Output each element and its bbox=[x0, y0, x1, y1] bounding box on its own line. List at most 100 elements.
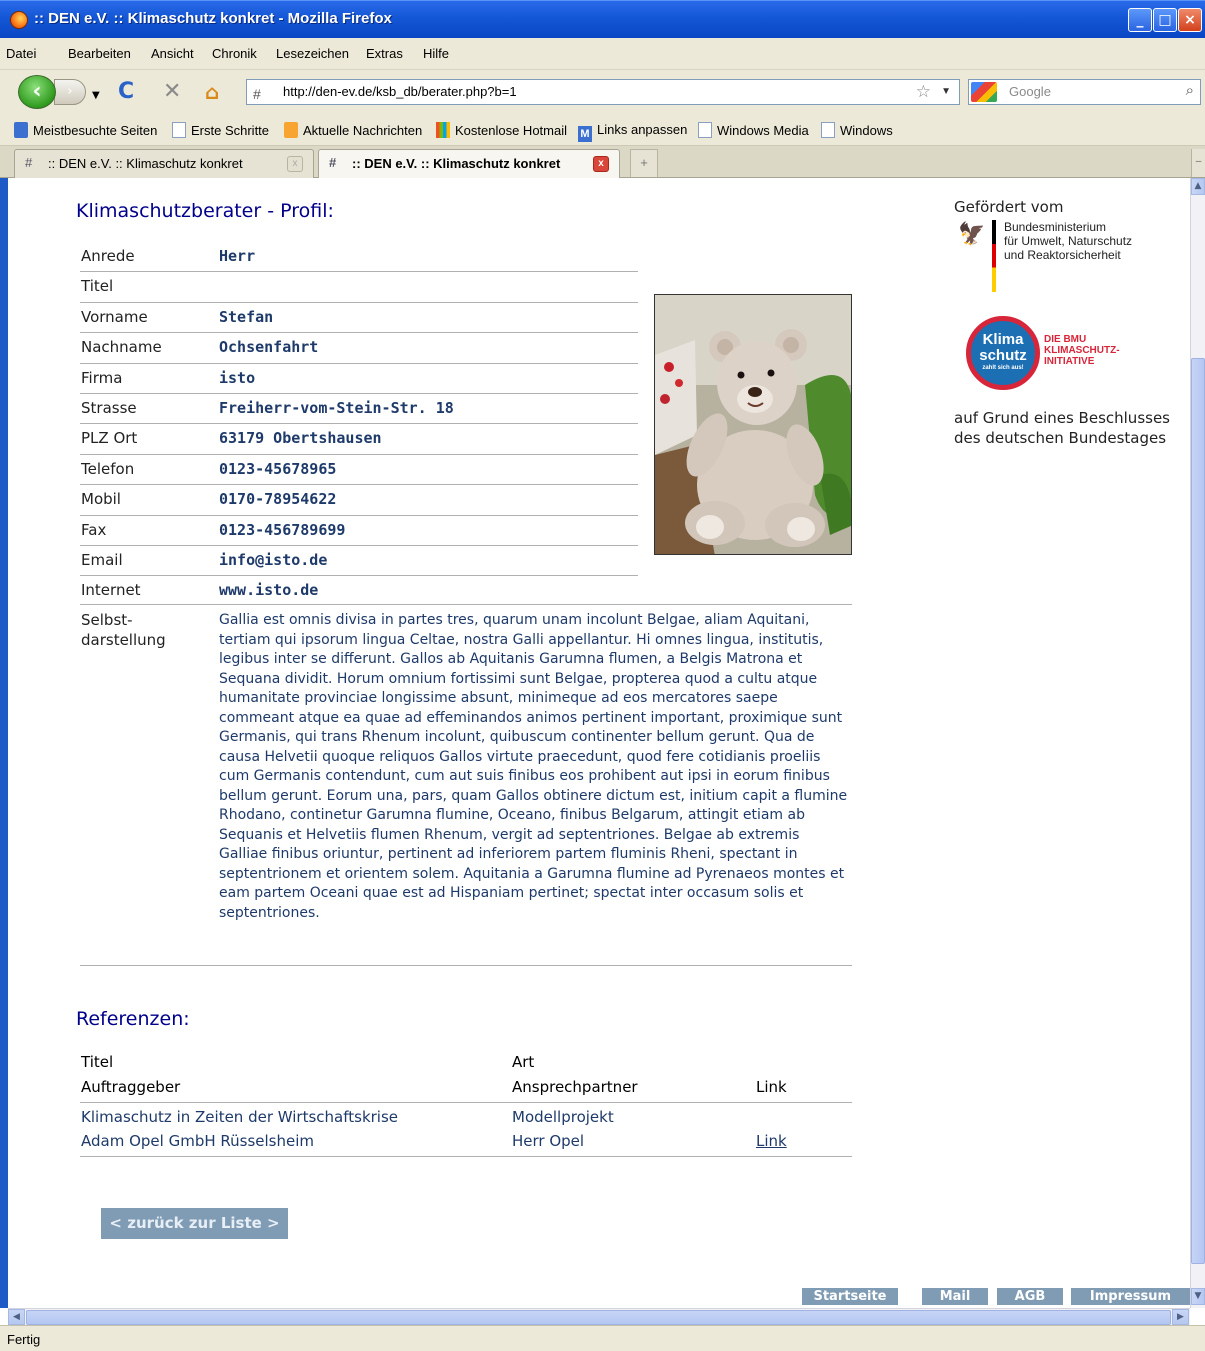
profile-row-titel: Titel bbox=[80, 272, 638, 303]
page-content: Klimaschutzberater - Profil: Anrede Herr … bbox=[8, 178, 1190, 1308]
msn-icon: M bbox=[578, 126, 592, 142]
menu-ansicht[interactable]: Ansicht bbox=[151, 46, 194, 61]
selbstdarstellung-row: Selbst-darstellung Gallia est omnis divi… bbox=[80, 604, 852, 966]
ref-entry-ansprechpartner: Herr Opel bbox=[512, 1132, 585, 1150]
profile-row-vorname: Vorname Stefan bbox=[80, 303, 638, 334]
bookmark-aktuelle-nachrichten[interactable]: Aktuelle Nachrichten bbox=[284, 122, 422, 138]
bookmark-meistbesuchte[interactable]: Meistbesuchte Seiten bbox=[14, 122, 157, 138]
google-engine-icon[interactable] bbox=[971, 82, 997, 102]
ref-col-titel: Titel bbox=[81, 1053, 114, 1071]
new-tab-button[interactable]: + bbox=[630, 149, 658, 177]
firefox-icon bbox=[10, 11, 28, 29]
scroll-right-icon[interactable]: ▶ bbox=[1172, 1309, 1189, 1325]
menu-datei[interactable]: Datei bbox=[6, 46, 36, 61]
bookmark-hotmail[interactable]: Kostenlose Hotmail bbox=[436, 122, 567, 138]
profile-row-mobil: Mobil 0170-78954622 bbox=[80, 485, 638, 516]
rss-icon bbox=[284, 122, 298, 138]
reload-icon[interactable]: C bbox=[118, 80, 134, 104]
footer-impressum[interactable]: Impressum bbox=[1071, 1288, 1190, 1305]
footer-startseite[interactable]: Startseite bbox=[802, 1288, 898, 1305]
klimaschutz-badge: Klima schutz zahlt sich aus! bbox=[966, 316, 1040, 390]
tab-title: :: DEN e.V. :: Klimaschutz konkret bbox=[352, 156, 561, 171]
close-tab-icon[interactable]: x bbox=[593, 156, 609, 172]
ref-divider bbox=[80, 1102, 852, 1103]
federal-eagle-icon: 🦅 bbox=[958, 222, 986, 247]
menu-lesezeichen[interactable]: Lesezeichen bbox=[276, 46, 349, 61]
bookmark-star-icon[interactable]: ☆ bbox=[916, 80, 931, 104]
scroll-down-icon[interactable]: ▼ bbox=[1191, 1288, 1205, 1305]
profile-row-fax: Fax 0123-456789699 bbox=[80, 516, 638, 546]
profile-row-plz-ort: PLZ Ort 63179 Obertshausen bbox=[80, 424, 638, 455]
sponsor-sidebar: Gefördert vom 🦅 Bundesministerium für Um… bbox=[954, 198, 1190, 448]
menu-bar: Datei Bearbeiten Ansicht Chronik Lesezei… bbox=[0, 38, 1205, 70]
references-table: Titel Art Auftraggeber Ansprechpartner L… bbox=[80, 1053, 852, 1158]
back-button[interactable]: ‹ bbox=[18, 75, 56, 109]
ref-entry-link[interactable]: Link bbox=[756, 1132, 787, 1150]
close-tab-icon[interactable]: x bbox=[287, 156, 303, 172]
bmu-logo: 🦅 Bundesministerium für Umwelt, Natursch… bbox=[954, 220, 1190, 302]
bookmark-erste-schritte[interactable]: Erste Schritte bbox=[172, 122, 269, 138]
stop-icon[interactable]: ✕ bbox=[163, 80, 181, 104]
address-url: http://den-ev.de/ksb_db/berater.php?b=1 bbox=[283, 84, 517, 99]
menu-chronik[interactable]: Chronik bbox=[212, 46, 257, 61]
selbstdarstellung-label-line1: Selbst- bbox=[81, 611, 133, 629]
klimaschutz-initiative-logo: Klima schutz zahlt sich aus! DIE BMU KLI… bbox=[954, 312, 1190, 392]
navigation-toolbar: › ‹ ▼ C ✕ ⌂ # http://den-ev.de/ksb_db/be… bbox=[0, 70, 1205, 114]
address-bar[interactable]: # http://den-ev.de/ksb_db/berater.php?b=… bbox=[246, 79, 960, 105]
minimize-button[interactable]: _ bbox=[1128, 8, 1152, 32]
bookmark-links-anpassen[interactable]: M Links anpassen bbox=[578, 122, 687, 142]
bookmark-windows-media[interactable]: Windows Media bbox=[698, 122, 809, 138]
forward-button[interactable]: › bbox=[54, 79, 86, 105]
home-icon[interactable]: ⌂ bbox=[205, 80, 219, 104]
search-icon[interactable]: ⌕ bbox=[1186, 79, 1194, 103]
ref-divider bbox=[80, 1156, 852, 1157]
ref-col-link: Link bbox=[756, 1078, 787, 1096]
tab-inactive[interactable]: # :: DEN e.V. :: Klimaschutz konkret x bbox=[14, 149, 314, 178]
bookmark-windows[interactable]: Windows bbox=[821, 122, 893, 138]
references-heading: Referenzen: bbox=[76, 1008, 190, 1030]
tab-title: :: DEN e.V. :: Klimaschutz konkret bbox=[48, 156, 243, 171]
menu-extras[interactable]: Extras bbox=[366, 46, 403, 61]
address-dropdown-icon[interactable]: ▼ bbox=[941, 80, 951, 104]
tab-favicon-icon: # bbox=[329, 155, 337, 170]
tab-favicon-icon: # bbox=[25, 155, 33, 170]
ministry-name: Bundesministerium für Umwelt, Naturschut… bbox=[1004, 220, 1133, 262]
scroll-left-icon[interactable]: ◀ bbox=[8, 1309, 25, 1325]
selbstdarstellung-text: Gallia est omnis divisa in partes tres, … bbox=[219, 612, 848, 921]
flag-stripe bbox=[992, 220, 996, 292]
scroll-up-icon[interactable]: ▲ bbox=[1191, 178, 1205, 195]
profile-row-internet: Internet www.isto.de bbox=[81, 581, 319, 600]
ref-col-art: Art bbox=[512, 1053, 535, 1071]
profile-row-strasse: Strasse Freiherr-vom-Stein-Str. 18 bbox=[80, 394, 638, 425]
vertical-scrollbar[interactable]: ▲ ▼ bbox=[1190, 178, 1205, 1308]
page-icon bbox=[821, 122, 835, 138]
window-titlebar: :: DEN e.V. :: Klimaschutz konkret - Moz… bbox=[0, 0, 1205, 38]
tab-active[interactable]: # :: DEN e.V. :: Klimaschutz konkret x bbox=[318, 149, 620, 179]
footer-agb[interactable]: AGB bbox=[997, 1288, 1063, 1305]
search-bar[interactable]: Google ⌕ bbox=[968, 79, 1201, 105]
profile-row-firma: Firma isto bbox=[80, 364, 638, 394]
horizontal-scroll-thumb[interactable] bbox=[26, 1310, 1171, 1325]
ref-col-ansprechpartner: Ansprechpartner bbox=[512, 1078, 638, 1096]
close-window-button[interactable]: × bbox=[1178, 8, 1202, 32]
menu-bearbeiten[interactable]: Bearbeiten bbox=[68, 46, 131, 61]
window-border bbox=[0, 178, 8, 1308]
vertical-scroll-thumb[interactable] bbox=[1191, 358, 1205, 1264]
search-placeholder: Google bbox=[1009, 84, 1051, 99]
footer-mail[interactable]: Mail bbox=[922, 1288, 988, 1305]
tab-list-icon[interactable]: – bbox=[1191, 149, 1205, 177]
beschluss-text: auf Grund eines Beschlusses des deutsche… bbox=[954, 409, 1170, 447]
page-icon bbox=[172, 122, 186, 138]
bookmarks-toolbar: Meistbesuchte Seiten Erste Schritte Aktu… bbox=[0, 114, 1205, 146]
history-dropdown-icon[interactable]: ▼ bbox=[92, 84, 100, 108]
menu-hilfe[interactable]: Hilfe bbox=[423, 46, 449, 61]
profile-row-anrede: Anrede Herr bbox=[80, 242, 638, 273]
selbstdarstellung-label-line2: darstellung bbox=[81, 630, 166, 649]
windows-logo-icon bbox=[436, 122, 450, 138]
maximize-button[interactable]: □ bbox=[1153, 8, 1177, 32]
ref-entry-art: Modellprojekt bbox=[512, 1108, 614, 1126]
horizontal-scrollbar[interactable]: ◀ ▶ bbox=[8, 1308, 1190, 1325]
gefoerdert-label: Gefördert vom bbox=[954, 198, 1064, 216]
profile-row-email: Email info@isto.de bbox=[80, 546, 638, 577]
back-to-list-button[interactable]: < zurück zur Liste > bbox=[101, 1208, 288, 1239]
